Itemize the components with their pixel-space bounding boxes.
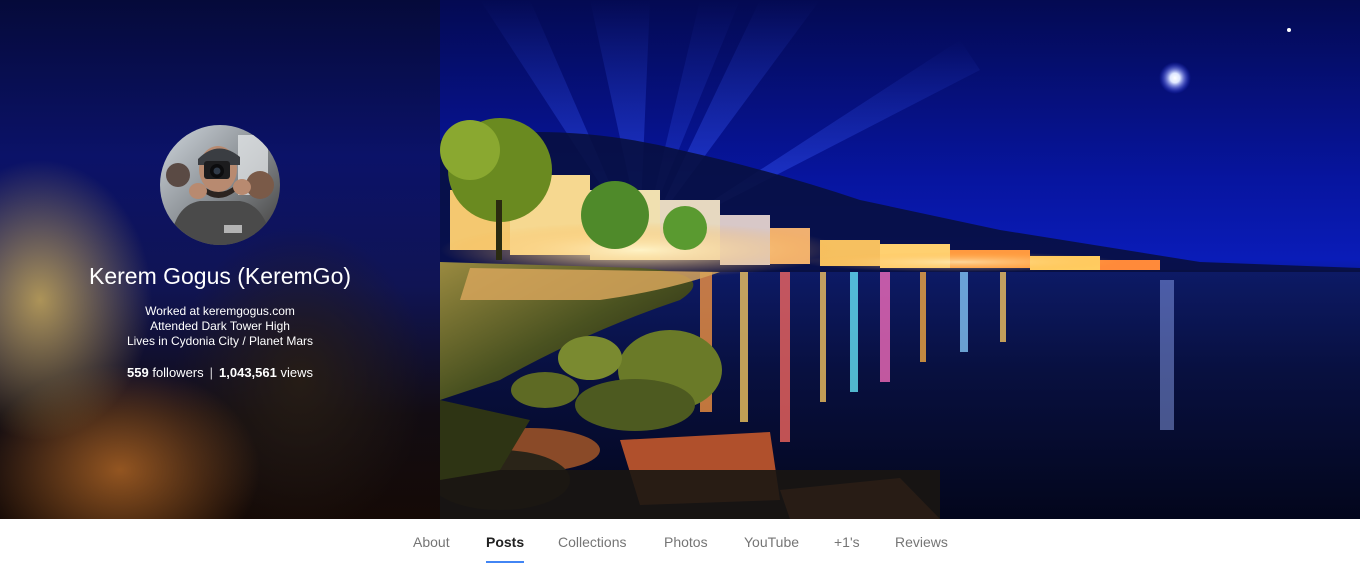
tab-label: Reviews: [895, 534, 948, 550]
tab-about[interactable]: About: [413, 519, 450, 563]
profile-work: Worked at keremgogus.com: [145, 304, 295, 318]
followers-count: 559: [127, 365, 149, 380]
tab-label: Photos: [664, 534, 708, 550]
profile-name: Kerem Gogus (KeremGo): [88, 263, 352, 289]
views-label: views: [280, 365, 313, 380]
profile-tabs: About Posts Collections Photos YouTube +…: [0, 519, 1360, 563]
tab-label: Collections: [558, 534, 627, 550]
tab-label: Posts: [486, 534, 525, 550]
followers-label: followers: [152, 365, 204, 380]
stats-separator: |: [209, 365, 214, 380]
tab-label: YouTube: [744, 534, 800, 550]
profile-education: Attended Dark Tower High: [150, 319, 290, 333]
tab-label: +1's: [834, 534, 860, 550]
tab-posts[interactable]: Posts: [486, 519, 525, 563]
cover-photo[interactable]: [440, 0, 1360, 519]
tab-plus-ones[interactable]: +1's: [834, 519, 860, 563]
views-count: 1,043,561: [219, 365, 277, 380]
tab-collections[interactable]: Collections: [558, 519, 626, 563]
profile-location: Lives in Cydonia City / Planet Mars: [126, 334, 314, 348]
tab-youtube[interactable]: YouTube: [744, 519, 799, 563]
tab-reviews[interactable]: Reviews: [895, 519, 948, 563]
cover-photo-image: [440, 0, 1360, 519]
profile-stats: 559 followers | 1,043,561 views: [0, 364, 440, 381]
avatar[interactable]: [160, 125, 280, 245]
tab-label: About: [413, 534, 450, 550]
tab-photos[interactable]: Photos: [664, 519, 708, 563]
followers-link[interactable]: 559 followers: [127, 365, 204, 380]
profile-panel: Kerem Gogus (KeremGo) Worked at keremgog…: [0, 0, 440, 519]
cover-area: Kerem Gogus (KeremGo) Worked at keremgog…: [0, 0, 1360, 519]
avatar-image: [160, 125, 280, 245]
